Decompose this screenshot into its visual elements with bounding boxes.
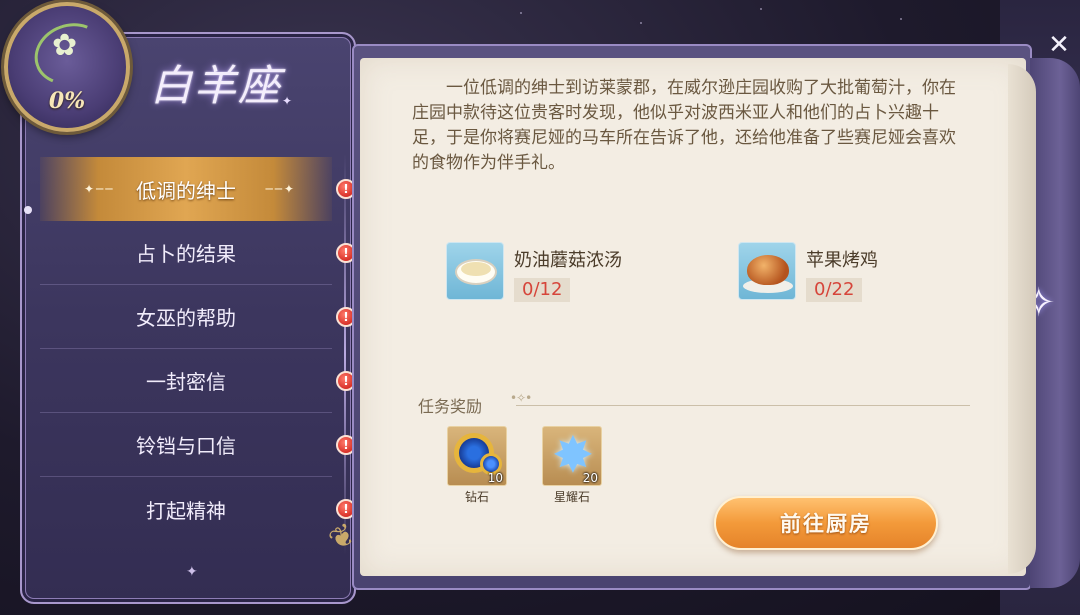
- quest-label: 女巫的帮助: [136, 306, 236, 330]
- star-ornament-icon: ✦: [186, 564, 198, 580]
- quest-label: 低调的绅士: [136, 178, 236, 203]
- button-label: 前往厨房: [780, 511, 872, 536]
- quest-item-0[interactable]: ✦── 低调的绅士 ──✦ !: [40, 157, 356, 221]
- reward-header: 任务奖励 •✧•: [418, 391, 970, 417]
- requirement-progress: 0/12: [514, 278, 571, 302]
- reward-title: 任务奖励: [418, 397, 483, 416]
- sparkle-icon: ✦──: [84, 182, 115, 196]
- constellation-progress-badge: ✿ 0%: [4, 2, 130, 132]
- quest-item-1[interactable]: 占卜的结果 !: [40, 221, 356, 285]
- paper-fold: [1008, 64, 1036, 574]
- progress-percent: 0%: [48, 88, 86, 114]
- quest-item-5[interactable]: 打起精神 !: [40, 477, 356, 541]
- quest-item-2[interactable]: 女巫的帮助 !: [40, 285, 356, 349]
- sidebar-dot-ornament: [24, 206, 32, 214]
- reward-count: 10: [487, 471, 503, 485]
- quest-label: 占卜的结果: [136, 242, 236, 266]
- requirement-progress: 0/22: [806, 278, 863, 302]
- reward-count: 20: [582, 471, 598, 485]
- requirement-item-1[interactable]: 苹果烤鸡 0/22: [738, 242, 878, 302]
- requirement-name: 奶油蘑菇浓汤: [514, 250, 622, 271]
- sparkle-icon: ✦: [282, 94, 293, 108]
- constellation-title: 白羊座: [150, 61, 283, 110]
- go-to-kitchen-button[interactable]: 前往厨房: [714, 496, 938, 550]
- star-stone-icon: ✸ 20: [542, 426, 602, 486]
- roast-chicken-icon: [738, 242, 796, 300]
- quest-list: ✦── 低调的绅士 ──✦ ! 占卜的结果 ! 女巫的帮助 ! 一封密信 ! 铃…: [40, 157, 356, 541]
- close-icon[interactable]: ✕: [1044, 30, 1074, 60]
- divider-ornament-icon: •✧•: [510, 391, 532, 405]
- flower-icon: ✿: [52, 28, 78, 63]
- quest-label: 打起精神: [146, 498, 226, 523]
- soup-icon: [446, 242, 504, 300]
- divider: [516, 404, 970, 406]
- requirement-name: 苹果烤鸡: [806, 250, 878, 271]
- requirement-item-0[interactable]: 奶油蘑菇浓汤 0/12: [446, 242, 622, 302]
- diamond-icon: 10: [447, 426, 507, 486]
- reward-item-1[interactable]: ✸ 20 星耀石: [542, 426, 602, 505]
- quest-item-3[interactable]: 一封密信 !: [40, 349, 356, 413]
- quest-description: 一位低调的绅士到访莱蒙郡，在威尔逊庄园收购了大批葡萄汁，你在庄园中款待这位贵客时…: [412, 78, 956, 173]
- reward-item-0[interactable]: 10 钻石: [447, 426, 507, 505]
- reward-name: 星耀石: [553, 490, 590, 504]
- quest-item-4[interactable]: 铃铛与口信 !: [40, 413, 356, 477]
- reward-name: 钻石: [464, 490, 489, 504]
- sparkle-icon: ──✦: [265, 182, 296, 196]
- quest-label: 铃铛与口信: [136, 434, 236, 458]
- quest-label: 一封密信: [146, 370, 226, 394]
